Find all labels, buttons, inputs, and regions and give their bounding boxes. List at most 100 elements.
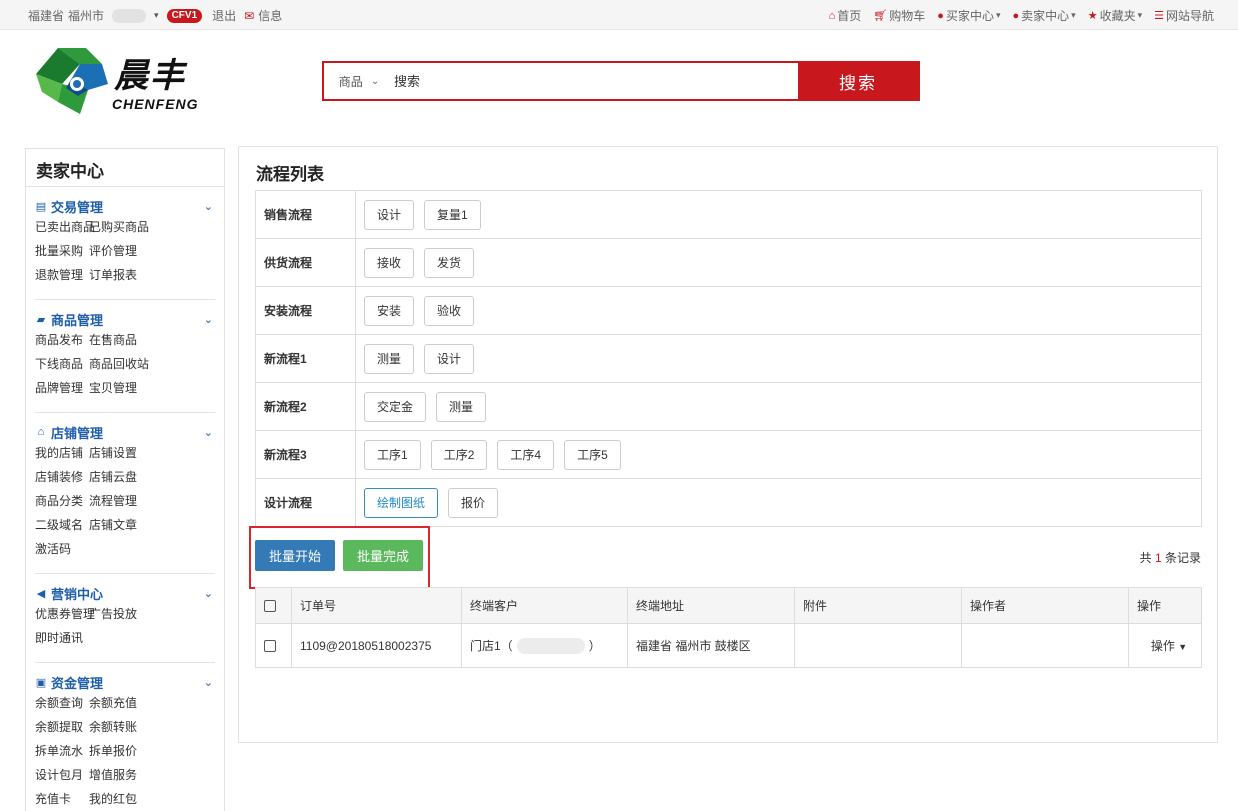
sidebar-link[interactable]: 商品回收站 — [89, 352, 169, 376]
nav-home[interactable]: ⌂ 首页 — [829, 7, 862, 24]
nav-seller-center[interactable]: ● 卖家中心 ▾ — [1012, 7, 1075, 24]
sidebar-link[interactable]: 激活码 — [35, 537, 89, 561]
nav-favorites[interactable]: ★ 收藏夹 ▾ — [1088, 7, 1142, 24]
flow-row: 销售流程 设计 复量1 — [256, 191, 1201, 239]
messages-link[interactable]: 信息 — [258, 7, 282, 24]
sidebar-link[interactable]: 下线商品 — [35, 352, 89, 376]
flow-name: 新流程2 — [256, 383, 356, 430]
volume-icon: ◀ — [36, 587, 46, 600]
sidebar-link[interactable]: 即时通讯 — [35, 626, 89, 650]
flow-step-button[interactable]: 工序4 — [497, 439, 555, 470]
sidebar-link[interactable]: 店铺文章 — [89, 513, 169, 537]
sidebar-group-header[interactable]: ▰ 商品管理 ⌄ — [35, 310, 215, 328]
sidebar-link[interactable]: 店铺设置 — [89, 441, 169, 465]
flow-step-button[interactable]: 接收 — [364, 247, 415, 278]
flow-row: 供货流程 接收 发货 — [256, 239, 1201, 287]
select-all-checkbox[interactable] — [264, 600, 276, 613]
sidebar-link[interactable]: 店铺云盘 — [89, 465, 169, 489]
nav-buyer-center[interactable]: ● 买家中心 ▾ — [937, 7, 1000, 24]
site-logo[interactable]: 晨丰 CHENFENG — [28, 40, 218, 122]
sidebar-link[interactable]: 品牌管理 — [35, 376, 89, 400]
main-panel: 流程列表 销售流程 设计 复量1 供货流程 接收 发货 安装流程 安装 验收 新… — [238, 146, 1218, 743]
sidebar-link[interactable]: 流程管理 — [89, 489, 169, 513]
nav-site-map[interactable]: ☰ 网站导航 — [1154, 7, 1214, 24]
sidebar-link[interactable]: 余额查询 — [35, 691, 89, 715]
sidebar-link[interactable]: 订单报表 — [89, 263, 169, 287]
nav-cart[interactable]: 🛒︎ 购物车 — [873, 7, 925, 24]
flow-step-button[interactable]: 安装 — [364, 295, 415, 326]
level-badge: CFV1 — [166, 8, 203, 23]
row-select-cell — [255, 623, 292, 668]
chevron-down-icon: ▾ — [1137, 10, 1143, 20]
flow-step-button[interactable]: 工序2 — [430, 439, 488, 470]
flow-row: 设计流程 绘制图纸 报价 — [256, 479, 1201, 527]
row-checkbox[interactable] — [264, 640, 276, 653]
sidebar-link[interactable]: 优惠券管理 — [35, 602, 95, 626]
sidebar-link[interactable]: 二级域名 — [35, 513, 89, 537]
sidebar-link[interactable]: 在售商品 — [89, 328, 169, 352]
customer-blurred — [516, 638, 585, 655]
mail-icon: ✉ — [244, 8, 255, 23]
sidebar-link[interactable]: 店铺装修 — [35, 465, 89, 489]
flow-step-button-active[interactable]: 绘制图纸 — [364, 487, 439, 518]
sidebar-link[interactable]: 评价管理 — [89, 239, 169, 263]
search-category-label: 商品 — [338, 74, 363, 89]
actions-dropdown[interactable]: 操作 ▼ — [1128, 623, 1202, 668]
chevron-down-icon[interactable]: ▾ — [154, 10, 159, 21]
sidebar-link[interactable]: 拆单报价 — [89, 739, 169, 763]
flow-step-button[interactable]: 工序1 — [364, 439, 421, 470]
logout-link[interactable]: 退出 — [212, 7, 236, 24]
sidebar-link[interactable]: 广告投放 — [89, 602, 169, 626]
chevron-down-icon: ⌄ — [370, 75, 380, 87]
sidebar-link[interactable]: 退款管理 — [35, 263, 89, 287]
sidebar-link[interactable]: 增值服务 — [89, 763, 169, 787]
caret-down-icon: ▼ — [1178, 642, 1188, 652]
flow-step-button[interactable]: 测量 — [364, 343, 415, 374]
chevron-down-icon: ⌄ — [203, 587, 213, 600]
sidebar-link[interactable]: 余额提取 — [35, 715, 89, 739]
batch-done-button[interactable]: 批量完成 — [343, 540, 423, 571]
flow-step-button[interactable]: 复量1 — [424, 199, 481, 230]
logo-text-cn: 晨丰 — [114, 56, 186, 96]
flow-step-button[interactable]: 验收 — [424, 295, 475, 326]
list-icon: ☰ — [1154, 10, 1164, 22]
flow-list: 销售流程 设计 复量1 供货流程 接收 发货 安装流程 安装 验收 新流程1 测… — [255, 190, 1202, 527]
sidebar-link[interactable]: 已购买商品 — [89, 215, 169, 239]
sidebar-group-header[interactable]: ◀ 营销中心 ⌄ — [35, 584, 215, 602]
flow-step-button[interactable]: 报价 — [448, 487, 499, 518]
flow-step-button[interactable]: 设计 — [364, 199, 415, 230]
flow-step-button[interactable]: 工序5 — [564, 439, 621, 470]
sidebar-link[interactable]: 拆单流水 — [35, 739, 89, 763]
sidebar-link[interactable]: 商品分类 — [35, 489, 89, 513]
sidebar-link[interactable]: 余额充值 — [89, 691, 169, 715]
sidebar-link[interactable]: 批量采购 — [35, 239, 89, 263]
sidebar-group-header[interactable]: ▣ 资金管理 ⌄ — [35, 673, 215, 691]
flow-step-button[interactable]: 交定金 — [364, 391, 427, 422]
search-input[interactable] — [394, 63, 798, 99]
sidebar-link[interactable]: 我的红包 — [89, 787, 169, 811]
sidebar-link[interactable]: 充值卡 — [35, 787, 89, 811]
sidebar-link[interactable]: 余额转账 — [89, 715, 169, 739]
batch-start-button[interactable]: 批量开始 — [255, 540, 335, 571]
sidebar-link[interactable]: 我的店铺 — [35, 441, 89, 465]
search-button[interactable]: 搜索 — [798, 63, 918, 99]
sidebar-group-header[interactable]: ▤ 交易管理 ⌄ — [35, 197, 215, 215]
flow-step-button[interactable]: 设计 — [424, 343, 475, 374]
card-icon: ▤ — [35, 200, 47, 213]
nav-site-map-label: 网站导航 — [1165, 9, 1214, 23]
sidebar-link[interactable]: 设计包月 — [35, 763, 89, 787]
flow-step-button[interactable]: 发货 — [424, 247, 475, 278]
group-title: 营销中心 — [51, 586, 104, 602]
group-title: 资金管理 — [51, 675, 104, 691]
money-icon: ▣ — [35, 676, 47, 689]
flow-name: 新流程3 — [256, 431, 356, 478]
sidebar-link[interactable]: 宝贝管理 — [89, 376, 169, 400]
sidebar-link[interactable]: 已卖出商品 — [35, 215, 95, 239]
sidebar-group-goods: ▰ 商品管理 ⌄ 商品发布 在售商品 下线商品 商品回收站 品牌管理 宝贝管理 — [35, 300, 215, 413]
home-icon: ⌂ — [828, 9, 836, 22]
sidebar-group-header[interactable]: ⌂ 店铺管理 ⌄ — [35, 423, 215, 441]
order-number-link[interactable]: 1109@20180518002375 — [291, 623, 462, 668]
flow-step-button[interactable]: 测量 — [436, 391, 487, 422]
search-category-select[interactable]: 商品 ⌄ — [324, 63, 394, 99]
sidebar-link[interactable]: 商品发布 — [35, 328, 89, 352]
